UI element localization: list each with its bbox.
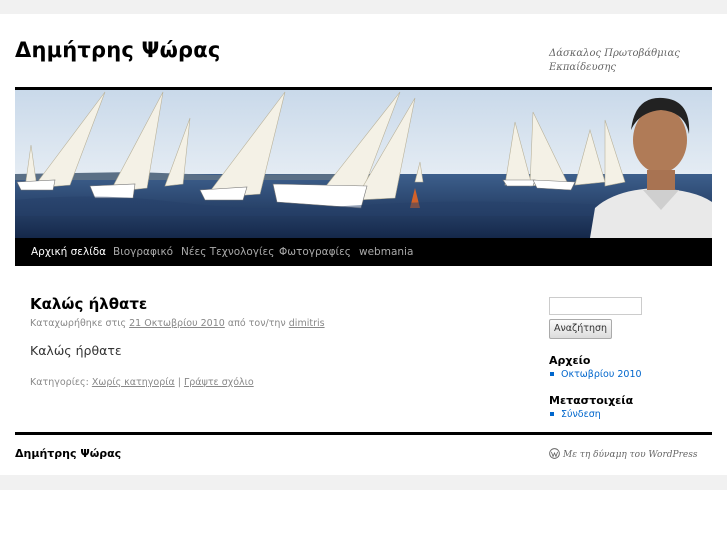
archive-widget-title: Αρχείο — [549, 354, 591, 367]
post-meta-by: από τον/την — [227, 318, 286, 329]
post-meta: Καταχωρήθηκε στις 21 Οκτωβρίου 2010 από … — [30, 318, 325, 329]
post-meta-prefix: Καταχωρήθηκε στις — [30, 318, 127, 329]
bullet-icon — [550, 411, 554, 416]
meta-widget-title: Μεταστοιχεία — [549, 394, 634, 407]
meta-list-item: Σύνδεση — [549, 409, 601, 420]
nav-item-webmania[interactable]: webmania — [359, 238, 413, 266]
search-button[interactable]: Αναζήτηση — [549, 319, 612, 339]
post-author-link[interactable]: dimitris — [289, 318, 325, 329]
main-navigation: Αρχική σελίδα Βιογραφικό Νέες Τεχνολογίε… — [15, 238, 712, 266]
post-utility-links: Κατηγορίες: Χωρίς κατηγορία | Γράψτε σχό… — [30, 377, 254, 388]
login-link[interactable]: Σύνδεση — [561, 409, 601, 420]
post-date-link[interactable]: 21 Οκτωβρίου 2010 — [129, 318, 225, 329]
bottom-background-band — [0, 475, 727, 490]
archive-list-item: Οκτωβρίου 2010 — [549, 369, 642, 380]
footer-credit-text: Με τη δύναμη του WordPress — [563, 450, 698, 460]
top-background-band — [0, 0, 727, 14]
post-content: Καλώς ήρθατε — [30, 343, 122, 358]
nav-item-biography[interactable]: Βιογραφικό — [113, 238, 173, 266]
archive-link-october-2010[interactable]: Οκτωβρίου 2010 — [561, 369, 642, 380]
post-comment-link[interactable]: Γράψτε σχόλιο — [184, 377, 254, 388]
site-description: Δάσκαλος Πρωτοβάθμιας Εκπαίδευσης — [549, 48, 680, 73]
post-title[interactable]: Καλώς ήλθατε — [30, 295, 147, 313]
nav-item-home[interactable]: Αρχική σελίδα — [31, 238, 106, 266]
sailing-regatta-photo — [15, 90, 712, 238]
footer-divider — [15, 432, 712, 435]
bullet-icon — [550, 371, 554, 376]
footer-credit[interactable]: Με τη δύναμη του WordPress — [549, 448, 697, 460]
header-banner-image — [15, 90, 712, 238]
page-wrapper: Δημήτρης Ψώρας Δάσκαλος Πρωτοβάθμιας Εκπ… — [0, 14, 727, 475]
post-util-separator: | — [177, 377, 181, 388]
nav-item-new-technologies[interactable]: Νέες Τεχνολογίες — [181, 238, 274, 266]
nav-item-photos[interactable]: Φωτογραφίες — [279, 238, 351, 266]
wordpress-icon — [549, 448, 560, 459]
post-category-link[interactable]: Χωρίς κατηγορία — [92, 377, 175, 388]
search-input[interactable] — [549, 297, 642, 315]
footer-site-title[interactable]: Δημήτρης Ψώρας — [15, 447, 121, 460]
site-title[interactable]: Δημήτρης Ψώρας — [15, 38, 221, 62]
post-categories-label: Κατηγορίες: — [30, 377, 89, 388]
